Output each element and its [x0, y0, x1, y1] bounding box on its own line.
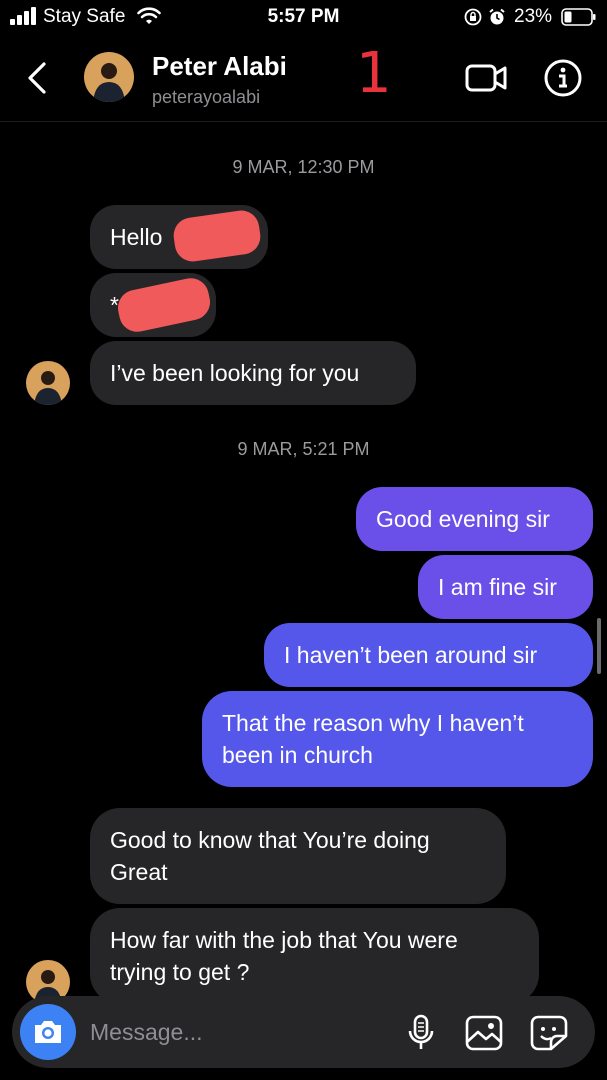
message-line: How far with the job that You were	[110, 927, 458, 953]
sender-avatar[interactable]	[26, 361, 70, 405]
message-text: How far with the job that You were tryin…	[110, 924, 458, 988]
alarm-icon	[489, 8, 505, 25]
timestamp: 9 MAR, 12:30 PM	[232, 157, 375, 177]
gallery-icon[interactable]	[464, 1014, 504, 1052]
message-composer	[12, 996, 595, 1068]
info-icon[interactable]	[543, 58, 583, 98]
message-text: I haven’t been around sir	[284, 642, 538, 668]
message-input[interactable]	[90, 1014, 380, 1050]
rotation-lock-icon	[464, 8, 482, 26]
camera-icon	[35, 1021, 61, 1043]
camera-button[interactable]	[20, 1004, 76, 1060]
battery-icon	[561, 8, 596, 26]
timestamp: 9 MAR, 5:21 PM	[237, 439, 370, 459]
outgoing-message[interactable]: Good evening sir	[356, 487, 593, 551]
message-text: Good to know that You’re doing Great	[110, 824, 430, 888]
incoming-message[interactable]: How far with the job that You were tryin…	[90, 908, 539, 1004]
outgoing-message[interactable]: I haven’t been around sir	[264, 623, 593, 687]
message-line: Great	[110, 859, 168, 885]
message-text: Good evening sir	[376, 506, 550, 532]
message-text: Hello	[110, 224, 163, 250]
incoming-message[interactable]: I’ve been looking for you	[90, 341, 416, 405]
message-line: That the reason why I haven’t	[222, 710, 524, 736]
incoming-message[interactable]: Good to know that You’re doing Great	[90, 808, 506, 904]
battery-percentage: 23%	[514, 6, 553, 27]
message-line: Good to know that You’re doing	[110, 827, 430, 853]
sticker-icon[interactable]	[529, 1014, 569, 1052]
status-bar: Stay Safe 5:57 PM 23%	[0, 0, 607, 36]
outgoing-message[interactable]: That the reason why I haven’t been in ch…	[202, 691, 593, 787]
contact-name[interactable]: Peter Alabi	[152, 51, 287, 82]
outgoing-message[interactable]: I am fine sir	[418, 555, 593, 619]
message-text: That the reason why I haven’t been in ch…	[222, 707, 524, 771]
message-line: trying to get ?	[110, 959, 250, 985]
contact-avatar[interactable]	[84, 52, 134, 102]
video-call-icon[interactable]	[464, 60, 508, 96]
message-text: I’ve been looking for you	[110, 360, 360, 386]
message-line: been in church	[222, 742, 373, 768]
contact-username[interactable]: peterayoalabi	[152, 87, 260, 108]
handwritten-annotation: 1	[356, 41, 392, 106]
chat-header: Peter Alabi peterayoalabi 1	[0, 36, 607, 122]
message-text: I am fine sir	[438, 574, 557, 600]
back-arrow-icon[interactable]	[22, 58, 50, 98]
microphone-icon[interactable]	[406, 1014, 436, 1052]
scrollbar[interactable]	[597, 618, 601, 674]
